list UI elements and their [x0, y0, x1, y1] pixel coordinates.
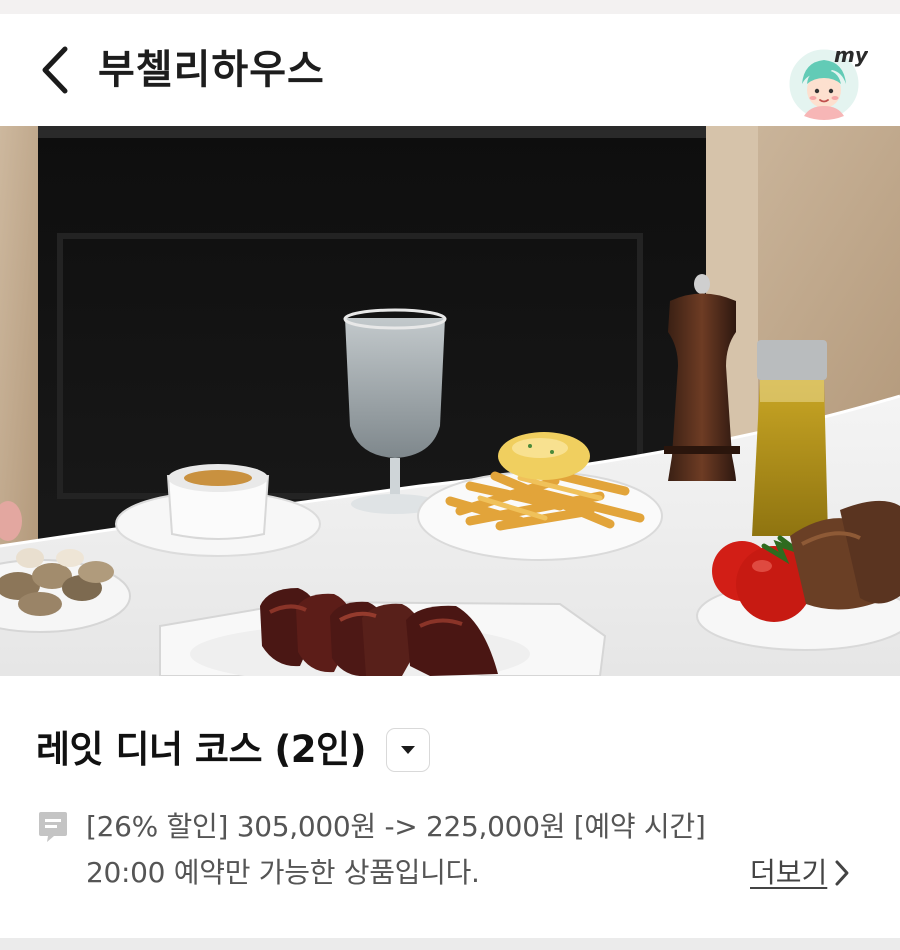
- more-label: 더보기: [750, 856, 828, 889]
- product-dropdown-button[interactable]: [386, 728, 430, 772]
- product-title-row: 레잇 디너 코스 (2인): [36, 726, 430, 774]
- avatar: my: [786, 43, 869, 122]
- my-profile-button[interactable]: my: [786, 40, 869, 122]
- back-button[interactable]: [28, 42, 80, 98]
- status-bar-strip: [0, 0, 900, 14]
- app-header: 부첼리하우스 my: [0, 14, 900, 126]
- chevron-left-icon: [42, 46, 68, 94]
- product-title: 레잇 디너 코스 (2인): [36, 728, 367, 771]
- caret-down-icon: [401, 746, 415, 754]
- section-divider: [0, 938, 900, 950]
- product-description: [26% 할인] 305,000원 -> 225,000원 [예약 시간] 20…: [86, 810, 706, 889]
- page-title: 부첼리하우스: [98, 47, 325, 93]
- note-icon: [39, 812, 67, 842]
- my-badge-label: my: [834, 43, 868, 67]
- chevron-right-icon: [835, 860, 849, 886]
- restaurant-photo: [0, 126, 900, 676]
- product-info-section: 레잇 디너 코스 (2인) [26% 할인] 305,000원 -> 225,0…: [0, 676, 900, 938]
- more-button[interactable]: 더보기: [750, 850, 851, 896]
